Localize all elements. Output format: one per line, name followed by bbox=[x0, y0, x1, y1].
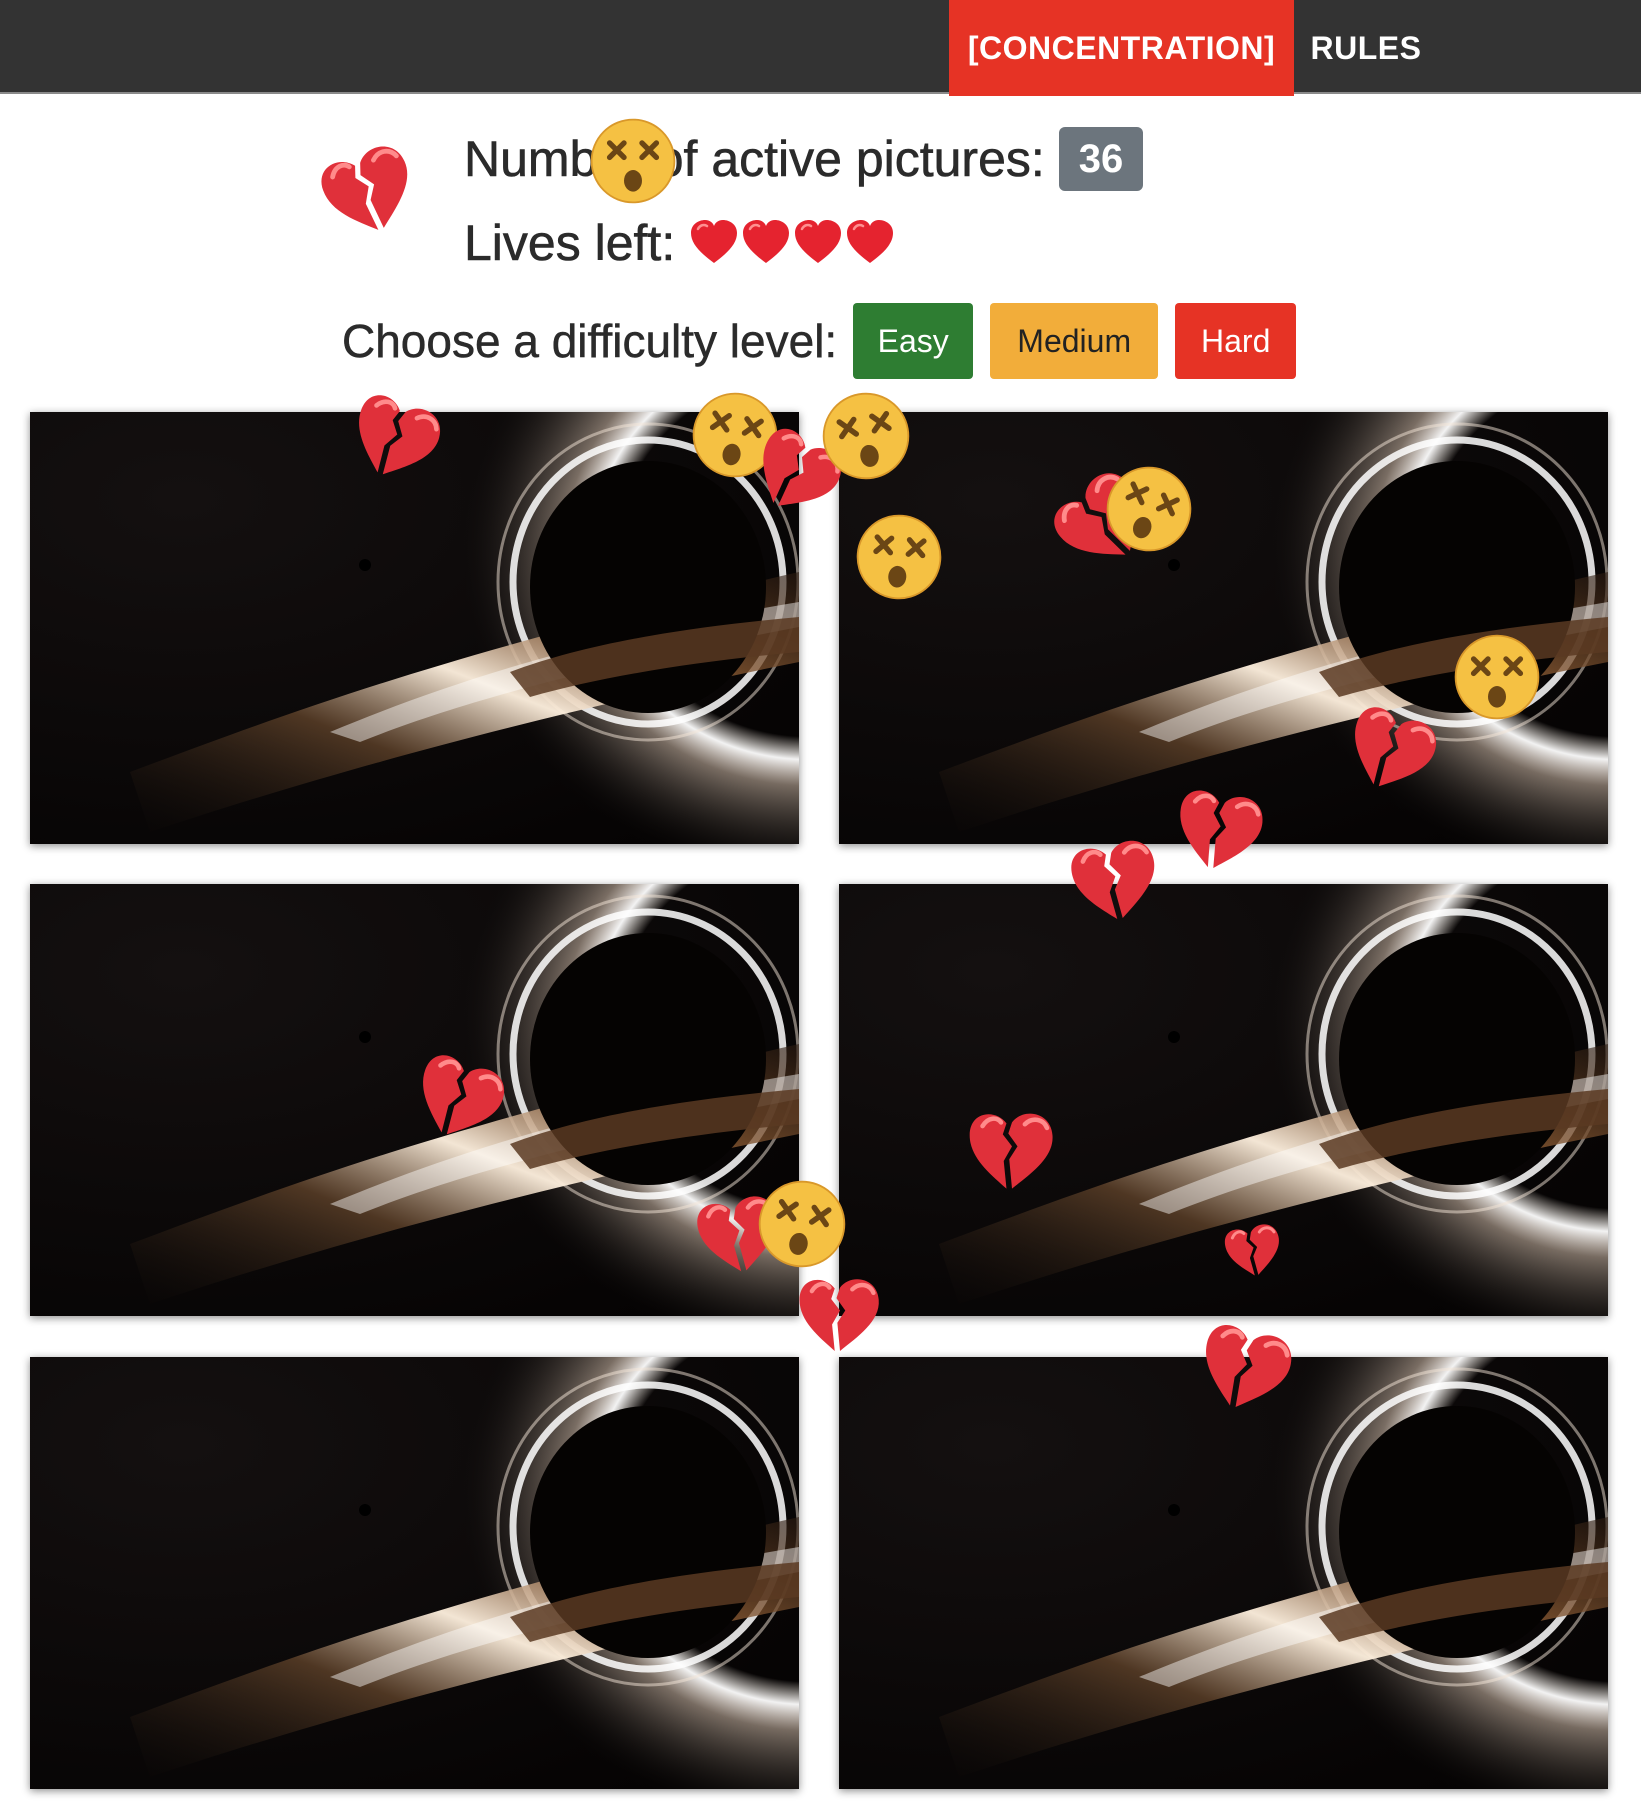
picture-card-3[interactable] bbox=[30, 884, 799, 1316]
picture-card-1[interactable] bbox=[30, 412, 799, 844]
picture-card-5[interactable] bbox=[30, 1357, 799, 1789]
black-hole-picture bbox=[839, 1357, 1608, 1789]
active-pictures-label: Number of active pictures: bbox=[464, 131, 1045, 188]
nav-rules[interactable]: RULES bbox=[1294, 0, 1438, 96]
black-hole-picture bbox=[30, 412, 799, 844]
nav-concentration[interactable]: [CONCENTRATION] bbox=[949, 0, 1294, 96]
black-hole-picture bbox=[30, 884, 799, 1316]
lives-label: Lives left: bbox=[464, 215, 676, 272]
heart-icon bbox=[689, 218, 739, 268]
broken-heart-icon bbox=[308, 128, 431, 251]
black-hole-picture bbox=[30, 1357, 799, 1789]
active-pictures-row: Number of active pictures: 36 bbox=[464, 124, 1144, 194]
black-hole-picture bbox=[839, 884, 1608, 1316]
difficulty-selector: Choose a difficulty level: Easy Medium H… bbox=[342, 302, 1313, 380]
picture-card-4[interactable] bbox=[839, 884, 1608, 1316]
lives-hearts bbox=[689, 218, 895, 268]
hard-button[interactable]: Hard bbox=[1175, 303, 1297, 379]
difficulty-label: Choose a difficulty level: bbox=[342, 315, 838, 368]
easy-button[interactable]: Easy bbox=[853, 303, 974, 379]
top-navbar: [CONCENTRATION] RULES bbox=[0, 0, 1641, 96]
picture-card-6[interactable] bbox=[839, 1357, 1608, 1789]
black-hole-picture bbox=[839, 412, 1608, 844]
active-pictures-count-badge: 36 bbox=[1058, 127, 1144, 191]
heart-icon bbox=[741, 218, 791, 268]
heart-icon bbox=[793, 218, 843, 268]
medium-button[interactable]: Medium bbox=[990, 303, 1159, 379]
lives-row: Lives left: bbox=[464, 208, 895, 278]
heart-icon bbox=[845, 218, 895, 268]
picture-card-2[interactable] bbox=[839, 412, 1608, 844]
